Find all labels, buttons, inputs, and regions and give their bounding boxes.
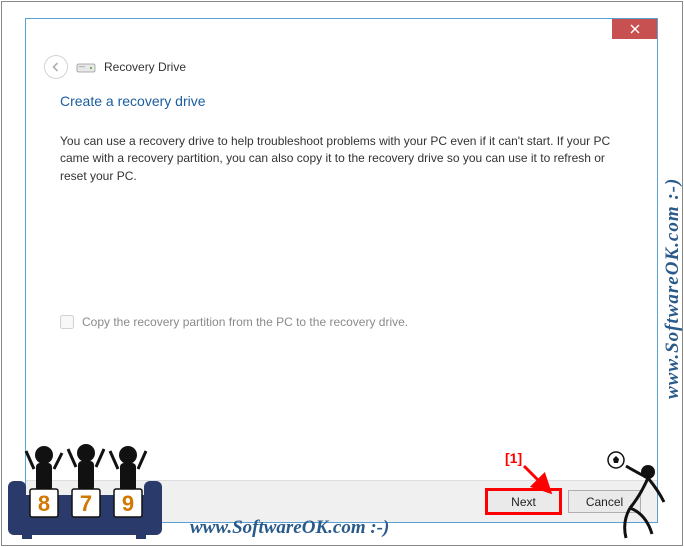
close-button[interactable] bbox=[612, 19, 657, 39]
back-button[interactable] bbox=[44, 55, 68, 79]
body-text: You can use a recovery drive to help tro… bbox=[60, 133, 623, 185]
back-arrow-icon bbox=[50, 61, 62, 73]
page-heading: Create a recovery drive bbox=[60, 93, 623, 109]
watermark-bottom: www.SoftwareOK.com :-) bbox=[190, 517, 389, 539]
judge-score-2: 7 bbox=[80, 491, 92, 516]
wizard-title: Recovery Drive bbox=[104, 60, 186, 74]
copy-partition-checkbox-row[interactable]: Copy the recovery partition from the PC … bbox=[60, 315, 623, 329]
nav-row: Recovery Drive bbox=[26, 49, 657, 91]
drive-icon bbox=[76, 60, 96, 74]
soccer-illustration bbox=[600, 446, 678, 541]
judge-score-3: 9 bbox=[122, 491, 134, 516]
copy-partition-label: Copy the recovery partition from the PC … bbox=[82, 315, 408, 329]
copy-partition-checkbox[interactable] bbox=[60, 315, 74, 329]
content-area: Create a recovery drive You can use a re… bbox=[26, 91, 657, 329]
titlebar bbox=[26, 19, 657, 49]
annotation-arrow-icon bbox=[520, 462, 555, 497]
close-icon bbox=[630, 24, 640, 34]
judge-score-1: 8 bbox=[38, 491, 50, 516]
judges-illustration: 8 7 9 bbox=[6, 433, 171, 543]
